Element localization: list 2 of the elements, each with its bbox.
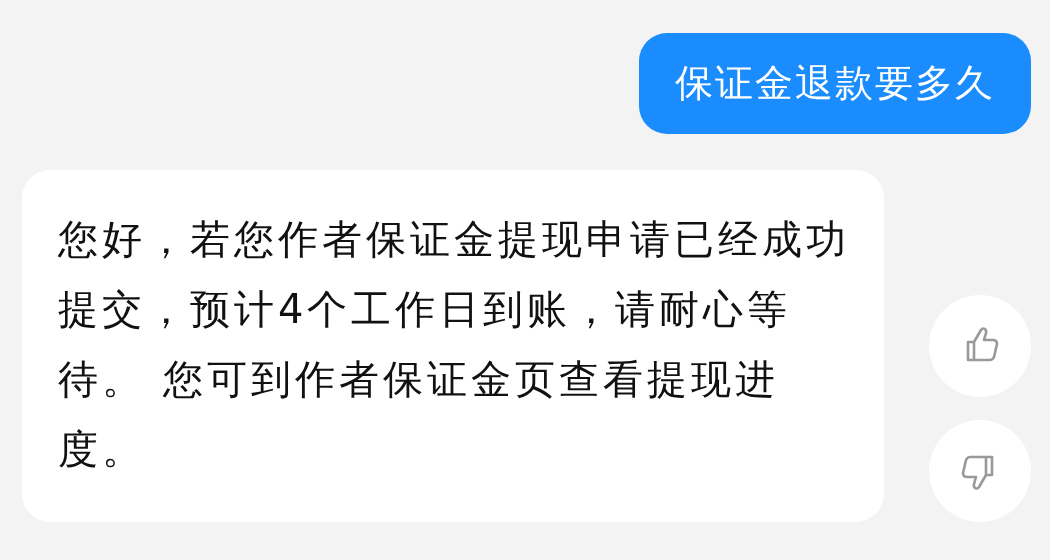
message-bubble: 保证金退款要多久 [639,33,1031,135]
reply-text: 您好，若您作者保证金提现申请已经成功提交，预计4个工作日到账，请耐心等待。 您可到作者保证金页查看提现进度。 [58,215,851,475]
